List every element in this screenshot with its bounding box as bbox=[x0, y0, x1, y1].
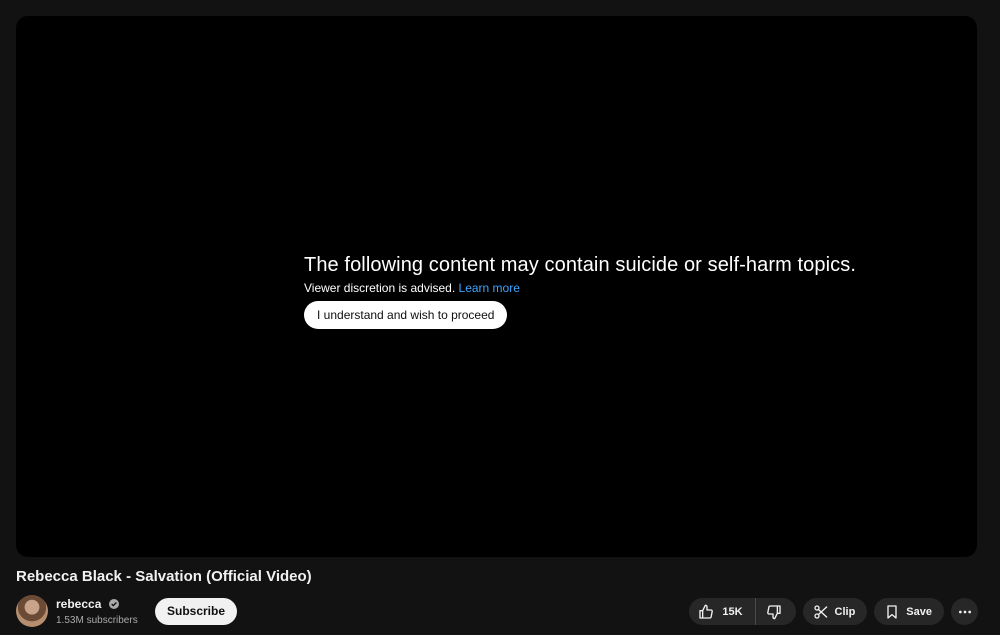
thumbs-down-icon bbox=[766, 604, 782, 620]
clip-button[interactable]: Clip bbox=[802, 598, 868, 625]
watch-page: The following content may contain suicid… bbox=[0, 0, 1000, 635]
like-count: 15K bbox=[722, 605, 743, 618]
like-button[interactable]: 15K bbox=[689, 598, 756, 625]
verified-check-icon bbox=[108, 598, 119, 609]
channel-row: rebecca 1.53M subscribers Subscribe 15K … bbox=[16, 595, 978, 629]
like-dislike-group: 15K bbox=[689, 598, 796, 625]
video-player[interactable]: The following content may contain suicid… bbox=[16, 16, 977, 557]
proceed-button[interactable]: I understand and wish to proceed bbox=[304, 301, 508, 329]
video-title: Rebecca Black - Salvation (Official Vide… bbox=[16, 568, 312, 585]
bookmark-icon bbox=[884, 604, 900, 620]
save-button[interactable]: Save bbox=[874, 598, 944, 625]
save-label: Save bbox=[906, 605, 932, 618]
clip-label: Clip bbox=[834, 605, 856, 618]
action-bar: 15K Clip Save bbox=[689, 598, 978, 625]
channel-name-wrap[interactable]: rebecca bbox=[56, 597, 119, 611]
more-actions-button[interactable] bbox=[951, 598, 978, 625]
content-warning: The following content may contain suicid… bbox=[304, 253, 944, 329]
avatar[interactable] bbox=[16, 595, 48, 627]
scissors-icon bbox=[813, 604, 829, 620]
dislike-button[interactable] bbox=[756, 598, 796, 625]
subscriber-count: 1.53M subscribers bbox=[56, 615, 138, 626]
channel-name[interactable]: rebecca bbox=[56, 597, 101, 611]
thumbs-up-icon bbox=[698, 604, 714, 620]
learn-more-link[interactable]: Learn more bbox=[459, 281, 520, 295]
warning-discretion-text: Viewer discretion is advised. bbox=[304, 281, 456, 295]
more-horizontal-icon bbox=[957, 604, 973, 620]
subscribe-button[interactable]: Subscribe bbox=[155, 598, 238, 625]
warning-title: The following content may contain suicid… bbox=[304, 254, 857, 276]
warning-subtitle: Viewer discretion is advised. Learn more bbox=[304, 280, 944, 296]
